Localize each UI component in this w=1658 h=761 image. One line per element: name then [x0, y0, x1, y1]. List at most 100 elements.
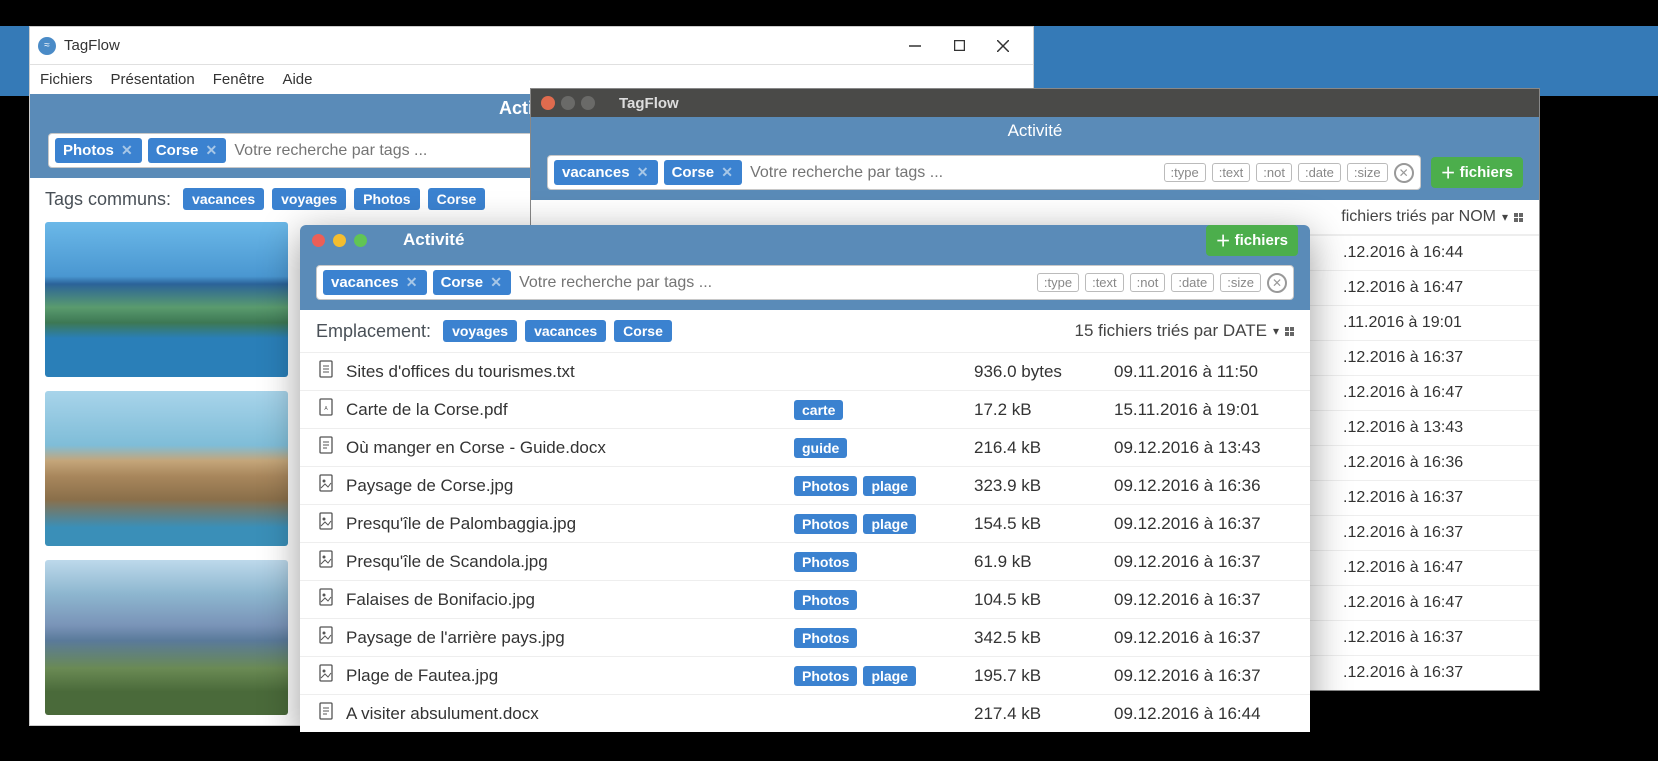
file-name: A visiter absulument.docx — [346, 704, 784, 724]
tag-chip-photos[interactable]: Photos ✕ — [55, 138, 142, 163]
window-title: TagFlow — [619, 95, 679, 112]
file-row[interactable]: Presqu'île de Scandola.jpgPhotos61.9 kB0… — [300, 542, 1310, 580]
menu-aide[interactable]: Aide — [282, 71, 312, 88]
location-tag[interactable]: voyages — [443, 320, 517, 342]
commun-tag[interactable]: Photos — [354, 188, 419, 210]
close-button[interactable] — [541, 96, 555, 110]
search-bar: vacances ✕ Corse ✕ :type :text :not :dat… — [300, 255, 1310, 310]
maximize-button[interactable] — [581, 96, 595, 110]
remove-tag-icon[interactable]: ✕ — [405, 276, 419, 290]
clear-search-icon[interactable]: ✕ — [1394, 163, 1414, 183]
remove-tag-icon[interactable]: ✕ — [204, 144, 218, 158]
photo-thumbnail[interactable] — [45, 560, 288, 715]
file-tag[interactable]: Photos — [794, 476, 857, 496]
search-input[interactable] — [517, 272, 1031, 294]
file-tag[interactable]: carte — [794, 400, 843, 420]
file-row[interactable]: Paysage de Corse.jpgPhotosplage323.9 kB0… — [300, 466, 1310, 504]
search-row: vacances ✕ Corse ✕ :type :text :not :dat… — [316, 265, 1294, 300]
remove-tag-icon[interactable]: ✕ — [636, 166, 650, 180]
file-date: 09.11.2016 à 11:50 — [1114, 362, 1294, 382]
file-date: .12.2016 à 16:47 — [1343, 594, 1523, 612]
tag-label: Corse — [672, 164, 715, 181]
hint-date[interactable]: :date — [1298, 163, 1341, 182]
menu-fichiers[interactable]: Fichiers — [40, 71, 93, 88]
file-tag[interactable]: guide — [794, 438, 847, 458]
file-tag[interactable]: plage — [863, 476, 916, 496]
tag-chip-vacances[interactable]: vacances ✕ — [323, 270, 427, 295]
maximize-button[interactable] — [354, 234, 367, 247]
hint-date[interactable]: :date — [1171, 273, 1214, 292]
file-row[interactable]: Falaises de Bonifacio.jpgPhotos104.5 kB0… — [300, 580, 1310, 618]
search-input[interactable] — [748, 162, 1157, 184]
hint-not[interactable]: :not — [1256, 163, 1292, 182]
commun-tag[interactable]: Corse — [428, 188, 486, 210]
close-button[interactable] — [981, 31, 1025, 61]
photo-thumbnail[interactable] — [45, 222, 288, 377]
file-tag[interactable]: plage — [863, 514, 916, 534]
menu-presentation[interactable]: Présentation — [111, 71, 195, 88]
remove-tag-icon[interactable]: ✕ — [120, 144, 134, 158]
hint-size[interactable]: :size — [1347, 163, 1388, 182]
file-tag[interactable]: Photos — [794, 552, 857, 572]
file-row[interactable]: Sites d'offices du tourismes.txt936.0 by… — [300, 352, 1310, 390]
minimize-button[interactable] — [893, 31, 937, 61]
remove-tag-icon[interactable]: ✕ — [489, 276, 503, 290]
file-row[interactable]: A visiter absulument.docx217.4 kB09.12.2… — [300, 694, 1310, 732]
file-name: Plage de Fautea.jpg — [346, 666, 784, 686]
minimize-button[interactable] — [333, 234, 346, 247]
file-row[interactable]: Presqu'île de Palombaggia.jpgPhotosplage… — [300, 504, 1310, 542]
app-icon: ≈ — [38, 37, 56, 55]
tag-chip-corse[interactable]: Corse ✕ — [664, 160, 743, 185]
hint-not[interactable]: :not — [1130, 273, 1166, 292]
window-title: TagFlow — [64, 37, 893, 54]
file-tags: Photos — [794, 552, 964, 572]
file-tag[interactable]: Photos — [794, 628, 857, 648]
menu-fenetre[interactable]: Fenêtre — [213, 71, 265, 88]
file-row[interactable]: Où manger en Corse - Guide.docxguide216.… — [300, 428, 1310, 466]
hint-text[interactable]: :text — [1212, 163, 1251, 182]
location-tag[interactable]: Corse — [614, 320, 672, 342]
maximize-button[interactable] — [937, 31, 981, 61]
view-grid-icon[interactable] — [1285, 327, 1294, 336]
file-row[interactable]: ACarte de la Corse.pdfcarte17.2 kB15.11.… — [300, 390, 1310, 428]
file-tags: Photos plage — [794, 476, 964, 496]
tag-chip-vacances[interactable]: vacances ✕ — [554, 160, 658, 185]
file-row[interactable]: Plage de Fautea.jpgPhotosplage195.7 kB09… — [300, 656, 1310, 694]
file-icon — [316, 550, 336, 573]
file-name: Sites d'offices du tourismes.txt — [346, 362, 784, 382]
hint-type[interactable]: :type — [1164, 163, 1206, 182]
hint-text[interactable]: :text — [1085, 273, 1124, 292]
file-tag[interactable]: Photos — [794, 590, 857, 610]
file-date: 09.12.2016 à 16:36 — [1114, 476, 1294, 496]
file-tag[interactable]: plage — [863, 666, 916, 686]
clear-search-icon[interactable]: ✕ — [1267, 273, 1287, 293]
tag-label: Corse — [156, 142, 199, 159]
hint-type[interactable]: :type — [1037, 273, 1079, 292]
minimize-button[interactable] — [561, 96, 575, 110]
file-date: .12.2016 à 13:43 — [1343, 419, 1523, 437]
activity-header: Activité — [531, 117, 1539, 145]
close-button[interactable] — [312, 234, 325, 247]
commun-tag[interactable]: voyages — [272, 188, 346, 210]
remove-tag-icon[interactable]: ✕ — [720, 166, 734, 180]
status-text: fichiers triés par NOM — [1341, 208, 1496, 226]
file-tag[interactable]: Photos — [794, 514, 857, 534]
file-tag[interactable]: Photos — [794, 666, 857, 686]
file-tags: Photos plage — [794, 666, 964, 686]
location-tag[interactable]: vacances — [525, 320, 606, 342]
view-grid-icon[interactable] — [1514, 213, 1523, 222]
sort-chevron-icon[interactable]: ▾ — [1273, 324, 1279, 338]
file-row[interactable]: Paysage de l'arrière pays.jpgPhotos342.5… — [300, 618, 1310, 656]
tag-chip-corse[interactable]: Corse ✕ — [148, 138, 227, 163]
add-files-button[interactable]: ＋ fichiers — [1206, 225, 1298, 256]
hint-size[interactable]: :size — [1220, 273, 1261, 292]
sort-chevron-icon[interactable]: ▾ — [1502, 210, 1508, 224]
file-list: Sites d'offices du tourismes.txt936.0 by… — [300, 352, 1310, 732]
photo-thumbnail[interactable] — [45, 391, 288, 546]
window-mac: Activité ＋ fichiers vacances ✕ Corse ✕ :… — [300, 225, 1310, 732]
file-date: .12.2016 à 16:37 — [1343, 664, 1523, 682]
commun-tag[interactable]: vacances — [183, 188, 264, 210]
tag-chip-corse[interactable]: Corse ✕ — [433, 270, 512, 295]
titlebar: TagFlow — [531, 89, 1539, 117]
add-files-button[interactable]: ＋ fichiers — [1431, 157, 1523, 188]
